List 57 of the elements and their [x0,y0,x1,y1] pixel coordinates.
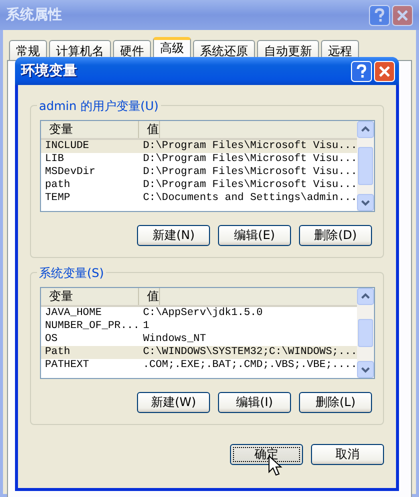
variable-name: LIB [44,153,65,166]
list-row[interactable]: TEMP C:\Documents and Settings\admin... [41,192,358,205]
variable-name: OS [44,333,59,346]
action-button[interactable]: 删除(L) [299,392,372,413]
list-row[interactable]: JAVA_HOME C:\AppServ\jdk1.5.0 [41,307,358,320]
group-label: admin 的用户变量(U) [37,98,161,115]
close-icon[interactable] [374,60,395,82]
list-row[interactable]: LIB D:\Program Files\Microsoft Visu... [41,153,358,166]
variable-name: MSDevDir [44,166,96,179]
variable-name: path [44,179,72,192]
variable-name: Path [44,346,72,359]
variable-name: TEMP [44,192,72,205]
variable-value: 1 [142,320,150,333]
scroll-thumb[interactable] [358,319,374,347]
help-icon[interactable] [351,60,372,82]
variable-list[interactable]: 变量 值 JAVA_HOME C:\AppServ\jdk1.5.0 NUMBER_OF_PR... 1 OS Windows_NT Path C:\WINDOWS\SYSTEM32;C:\WINDOWS;... PATHEXT .COM;.EXE;.BAT;.CMD;.VBS;.VBE;.... [40,287,375,379]
variable-name: INCLUDE [44,140,90,153]
action-button[interactable]: 编辑(I) [218,392,291,413]
variable-value: D:\Program Files\Microsoft Visu... [142,140,358,153]
window-title: 系统属性 [6,6,63,24]
action-button[interactable]: 删除(D) [299,225,372,246]
column-header[interactable]: 值 [139,121,160,138]
list-row[interactable]: path D:\Program Files\Microsoft Visu... [41,179,358,192]
list-row[interactable]: MSDevDir D:\Program Files\Microsoft Visu... [41,166,358,179]
variable-value: D:\Program Files\Microsoft Visu... [142,179,358,192]
scroll-down-icon[interactable] [357,361,374,378]
variable-name: JAVA_HOME [44,307,103,320]
variable-value: Windows_NT [142,333,206,346]
variable-value: C:\Documents and Settings\admin... [142,192,358,205]
scroll-up-icon[interactable] [357,288,374,305]
variable-value: .COM;.EXE;.BAT;.CMD;.VBS;.VBE;.... [142,359,358,372]
list-row[interactable]: NUMBER_OF_PR... 1 [41,320,358,333]
list-row[interactable]: OS Windows_NT [41,333,358,346]
variable-value: C:\AppServ\jdk1.5.0 [142,307,263,320]
action-button[interactable]: 编辑(E) [218,225,291,246]
column-header[interactable]: 变量 [41,288,139,305]
scroll-up-icon[interactable] [357,121,374,138]
list-row[interactable]: Path C:\WINDOWS\SYSTEM32;C:\WINDOWS;... [41,346,358,359]
variable-name: PATHEXT [44,359,90,372]
dialog-title: 环境变量 [21,62,78,80]
variable-value: D:\Program Files\Microsoft Visu... [142,153,358,166]
action-button[interactable]: 新建(W) [137,392,210,413]
scroll-down-icon[interactable] [357,194,374,211]
scroll-thumb[interactable] [358,147,374,185]
action-button[interactable]: 新建(N) [137,225,210,246]
variable-value: C:\WINDOWS\SYSTEM32;C:\WINDOWS;... [142,346,358,359]
column-header[interactable]: 变量 [41,121,139,138]
variable-value: D:\Program Files\Microsoft Visu... [142,166,358,179]
variable-name: NUMBER_OF_PR... [44,320,139,333]
group-label: 系统变量(S) [37,265,106,282]
variable-list[interactable] [40,120,375,212]
help-icon[interactable] [369,4,390,26]
dialog-button[interactable]: 取消 [311,444,384,465]
list-row[interactable]: PATHEXT .COM;.EXE;.BAT;.CMD;.VBS;.VBE;.... [41,359,358,372]
column-header[interactable]: 值 [139,288,160,305]
list-row[interactable]: INCLUDE D:\Program Files\Microsoft Visu... [41,140,358,153]
close-icon[interactable] [392,4,413,26]
